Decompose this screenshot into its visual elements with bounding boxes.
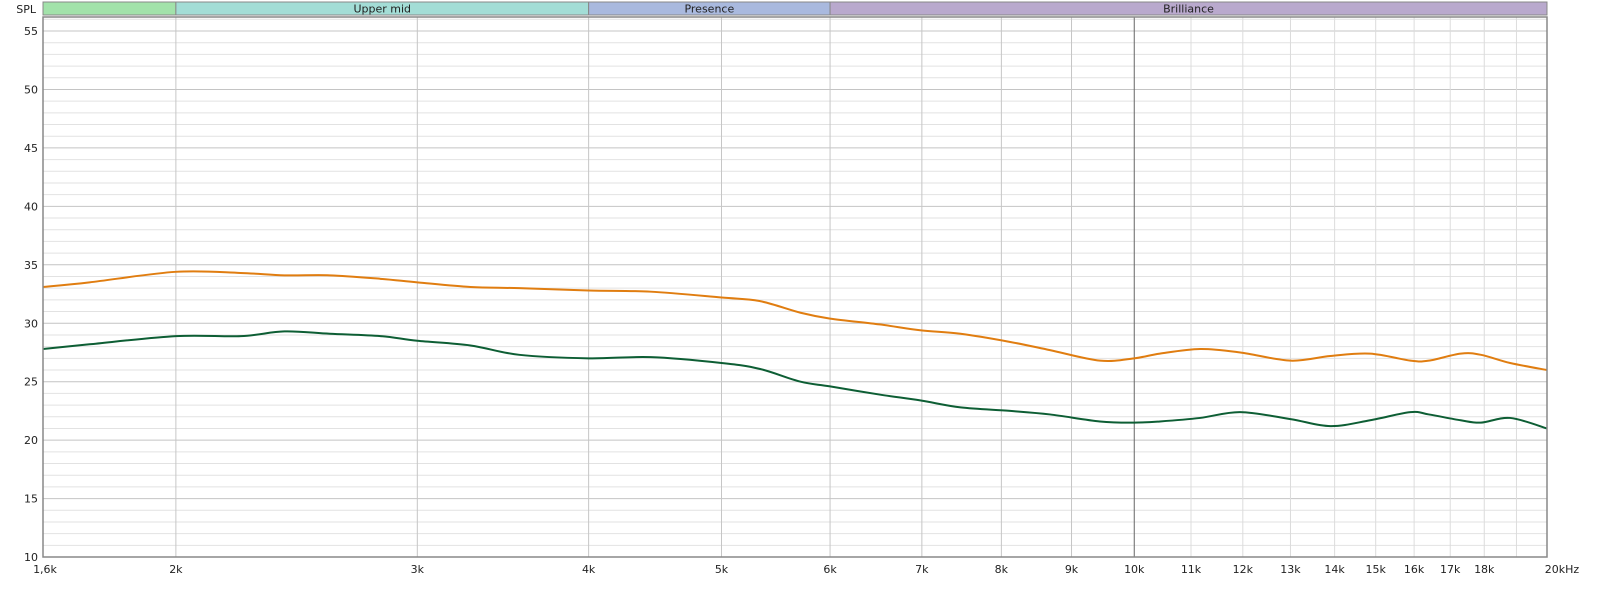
x-tick-label: 12k — [1233, 563, 1254, 576]
x-tick-label: 17k — [1440, 563, 1461, 576]
x-tick-label: 13k — [1280, 563, 1301, 576]
x-tick-label: 15k — [1366, 563, 1387, 576]
x-tick-label: 18k — [1474, 563, 1495, 576]
x-tick-label: 3k — [411, 563, 425, 576]
x-tick-label: 4k — [582, 563, 596, 576]
y-tick-label: 15 — [24, 493, 38, 506]
x-tick-label: 14k — [1324, 563, 1345, 576]
y-tick-label: 25 — [24, 376, 38, 389]
y-tick-label: 30 — [24, 317, 38, 330]
y-tick-label: 45 — [24, 142, 38, 155]
y-tick-label: 50 — [24, 83, 38, 96]
y-tick-label: 20 — [24, 434, 38, 447]
y-tick-label: 55 — [24, 25, 38, 38]
band-low — [42, 1, 177, 16]
x-tick-label: 16k — [1404, 563, 1425, 576]
x-tick-label: 11k — [1181, 563, 1202, 576]
x-tick-label: 2k — [169, 563, 183, 576]
x-tick-label: 20kHz — [1545, 563, 1580, 576]
frequency-response-chart: SPL Upper mid Presence Brilliance 10152025… — [16, 1, 1580, 576]
x-tick-label: 10k — [1124, 563, 1145, 576]
plot-area — [43, 17, 1547, 557]
x-tick-label: 7k — [915, 563, 929, 576]
x-tick-label: 1,6k — [33, 563, 57, 576]
x-tick-label: 6k — [823, 563, 837, 576]
y-tick-label: 35 — [24, 259, 38, 272]
y-tick-label: 40 — [24, 200, 38, 213]
x-tick-label: 8k — [995, 563, 1009, 576]
x-tick-label: 5k — [715, 563, 729, 576]
band-label: Brilliance — [1163, 3, 1214, 16]
band-label: Presence — [684, 3, 734, 16]
y-axis-label: SPL — [16, 3, 37, 16]
x-tick-label: 9k — [1065, 563, 1079, 576]
band-label: Upper mid — [353, 3, 411, 16]
